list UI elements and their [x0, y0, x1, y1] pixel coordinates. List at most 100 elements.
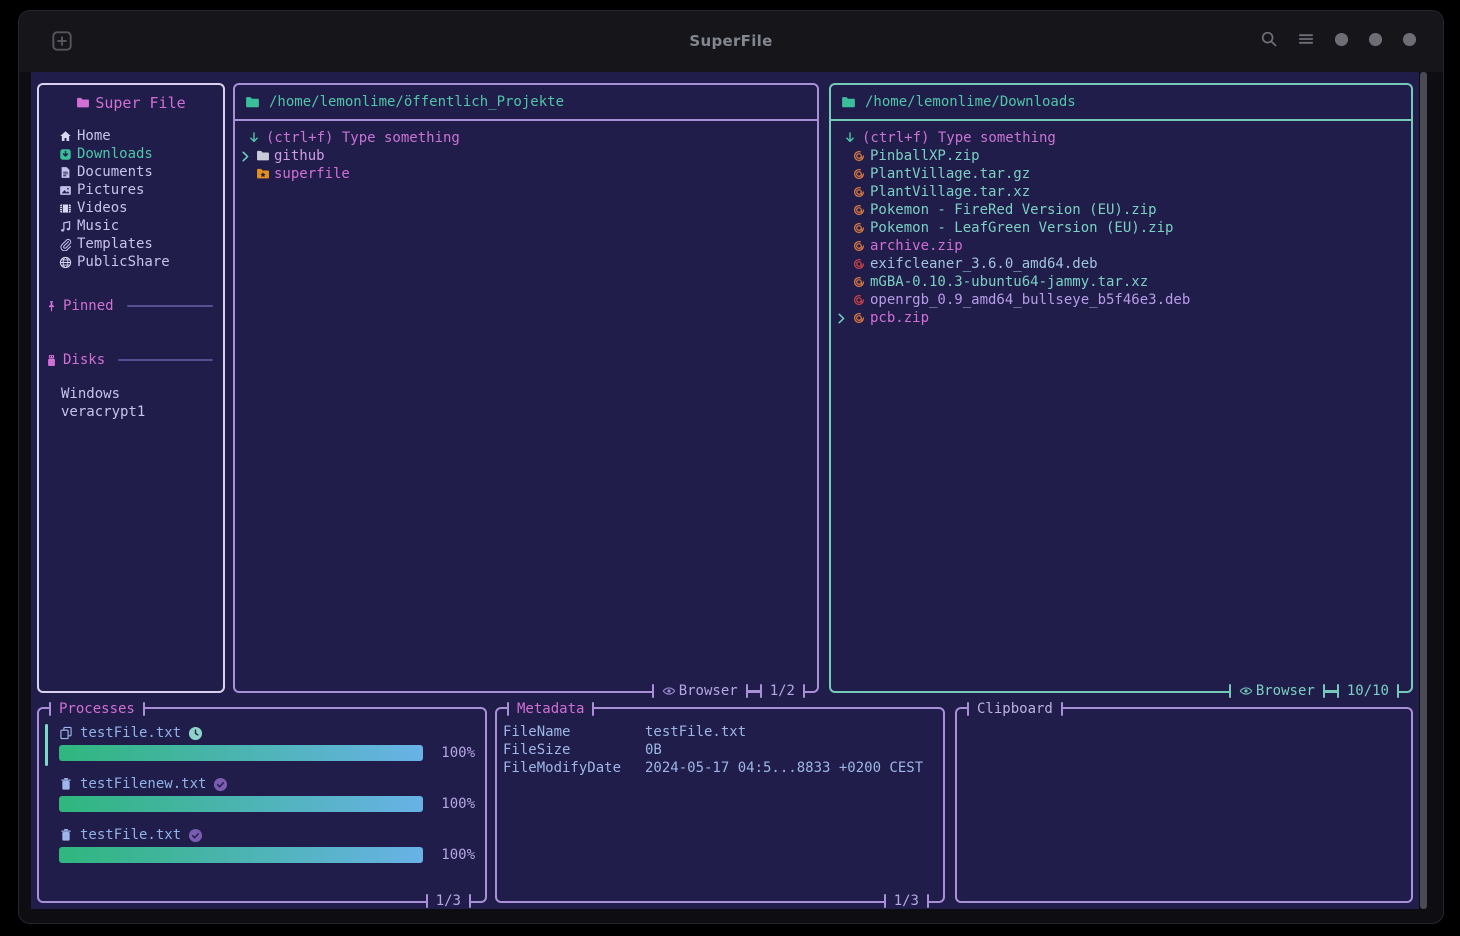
process-header: testFilenew.txt: [59, 774, 475, 794]
panel-mode: Browser: [1231, 683, 1323, 699]
window-control-dot-3[interactable]: [1402, 32, 1417, 47]
metadata-panel[interactable]: Metadata FileNametestFile.txtFileSize0BF…: [495, 707, 945, 903]
metadata-row: FileSize0B: [503, 741, 935, 759]
file-row[interactable]: pcb.zip: [831, 309, 1411, 327]
file-name: PlantVillage.tar.gz: [870, 166, 1030, 182]
search-icon[interactable]: [1260, 30, 1278, 48]
process-name: testFile.txt: [80, 827, 181, 843]
home-icon: [59, 130, 72, 143]
metadata-key: FileSize: [503, 742, 645, 758]
window-control-dot-2[interactable]: [1368, 32, 1383, 47]
mode-label: Browser: [679, 683, 738, 699]
footer-line: [748, 690, 760, 692]
process-progress-row: 100%: [59, 846, 475, 863]
folder-star-icon: [256, 167, 270, 181]
processes-panel[interactable]: Processes testFile.txt100%testFilenew.tx…: [37, 707, 487, 903]
sidebar-item-label: Videos: [77, 200, 128, 216]
mode-label: Browser: [1256, 683, 1315, 699]
metadata-key: FileName: [503, 724, 645, 740]
sidebar-item-downloads[interactable]: Downloads: [39, 145, 223, 163]
disk-item-veracrypt1[interactable]: veracrypt1: [39, 403, 223, 421]
processes-title: Processes: [51, 701, 143, 717]
file-row[interactable]: archive.zip: [831, 237, 1411, 255]
panel-title: Clipboard: [967, 701, 1063, 717]
panel-position: 1/3: [428, 893, 469, 909]
panel-footer: 1/3: [426, 893, 471, 909]
file-row[interactable]: openrgb_0.9_amd64_bullseye_b5f46e3.deb: [831, 291, 1411, 309]
search-prompt[interactable]: (ctrl+f) Type something: [235, 129, 817, 147]
sidebar-title-label: Super File: [95, 94, 185, 112]
sidebar-item-publicshare[interactable]: PublicShare: [39, 253, 223, 271]
footer-bracket: [803, 684, 805, 698]
file-row[interactable]: PinballXP.zip: [831, 147, 1411, 165]
process-item[interactable]: testFile.txt100%: [59, 723, 475, 761]
search-prompt[interactable]: (ctrl+f) Type something: [831, 129, 1411, 147]
title-bracket: [592, 702, 594, 716]
sidebar-item-videos[interactable]: Videos: [39, 199, 223, 217]
process-item[interactable]: testFile.txt 100%: [59, 825, 475, 863]
panel-mode: Browser: [654, 683, 746, 699]
disk-list: Windowsveracrypt1: [39, 385, 223, 421]
download-icon: [59, 148, 72, 161]
disk-item-windows[interactable]: Windows: [39, 385, 223, 403]
sidebar-item-label: Pictures: [77, 182, 144, 198]
file-row[interactable]: PlantVillage.tar.gz: [831, 165, 1411, 183]
sidebar-panel[interactable]: Super File HomeDownloadsDocuments Picture…: [37, 83, 225, 693]
file-row[interactable]: superfile: [235, 165, 817, 183]
main-area: Super File HomeDownloadsDocuments Picture…: [31, 72, 1419, 909]
progress-percent: 100%: [433, 796, 475, 812]
sidebar-item-templates[interactable]: Templates: [39, 235, 223, 253]
file-name: Pokemon - FireRed Version (EU).zip: [870, 202, 1157, 218]
menu-icon[interactable]: [1297, 30, 1315, 48]
video-icon: [59, 202, 72, 215]
file-row[interactable]: Pokemon - LeafGreen Version (EU).zip: [831, 219, 1411, 237]
sidebar-item-label: Documents: [77, 164, 153, 180]
progress-bar: [59, 847, 423, 863]
window-control-dot-1[interactable]: [1334, 32, 1349, 47]
file-list: PinballXP.zipPlantVillage.tar.gzPlantVil…: [831, 147, 1411, 327]
path-bar: /home/lemonlime/öffentlich_Projekte: [235, 85, 817, 121]
usb-icon: [45, 354, 58, 367]
folder-icon: [76, 96, 90, 110]
check-badge-icon: [213, 777, 228, 792]
file-name: mGBA-0.10.3-ubuntu64-jammy.tar.xz: [870, 274, 1148, 290]
trash-icon: [59, 828, 73, 842]
process-item[interactable]: testFilenew.txt 100%: [59, 774, 475, 812]
window-title: SuperFile: [19, 11, 1443, 72]
file-row[interactable]: github: [235, 147, 817, 165]
pinned-section-label: Pinned: [63, 298, 114, 314]
sidebar-item-music[interactable]: Music: [39, 217, 223, 235]
titlebar: SuperFile: [19, 11, 1443, 72]
file-panel-left[interactable]: /home/lemonlime/öffentlich_Projekte (ctr…: [233, 83, 819, 693]
paperclip-icon: [59, 238, 72, 251]
archive-swirl-icon: [852, 275, 866, 289]
process-header: testFile.txt: [59, 723, 475, 743]
process-header: testFile.txt: [59, 825, 475, 845]
pin-icon: [45, 300, 58, 313]
file-row[interactable]: PlantVillage.tar.xz: [831, 183, 1411, 201]
sidebar-item-home[interactable]: Home: [39, 127, 223, 145]
globe-icon: [59, 256, 72, 269]
metadata-value: 2024-05-17 04:5...8833 +0200 CEST: [645, 760, 935, 776]
clock-badge-icon: [188, 726, 203, 741]
file-list: githubsuperfile: [235, 147, 817, 183]
clipboard-panel[interactable]: Clipboard: [955, 707, 1413, 903]
scrollbar-thumb[interactable]: [1420, 72, 1427, 909]
file-name: Pokemon - LeafGreen Version (EU).zip: [870, 220, 1173, 236]
sidebar-item-label: Templates: [77, 236, 153, 252]
file-row[interactable]: mGBA-0.10.3-ubuntu64-jammy.tar.xz: [831, 273, 1411, 291]
clipboard-title: Clipboard: [969, 701, 1061, 717]
file-row[interactable]: Pokemon - FireRed Version (EU).zip: [831, 201, 1411, 219]
archive-swirl-icon: [852, 167, 866, 181]
disks-section-label: Disks: [63, 352, 105, 368]
file-row[interactable]: exifcleaner_3.6.0_amd64.deb: [831, 255, 1411, 273]
window-scrollbar[interactable]: [1420, 72, 1427, 909]
progress-bar: [59, 745, 423, 761]
file-panel-right[interactable]: /home/lemonlime/Downloads (ctrl+f) Type …: [829, 83, 1413, 693]
pinned-section-header: Pinned: [39, 297, 223, 315]
sidebar-item-documents[interactable]: Documents: [39, 163, 223, 181]
panel-footer: 1/3: [884, 893, 929, 909]
folder-icon: [841, 95, 856, 110]
path-bar: /home/lemonlime/Downloads: [831, 85, 1411, 121]
sidebar-item-pictures[interactable]: Pictures: [39, 181, 223, 199]
